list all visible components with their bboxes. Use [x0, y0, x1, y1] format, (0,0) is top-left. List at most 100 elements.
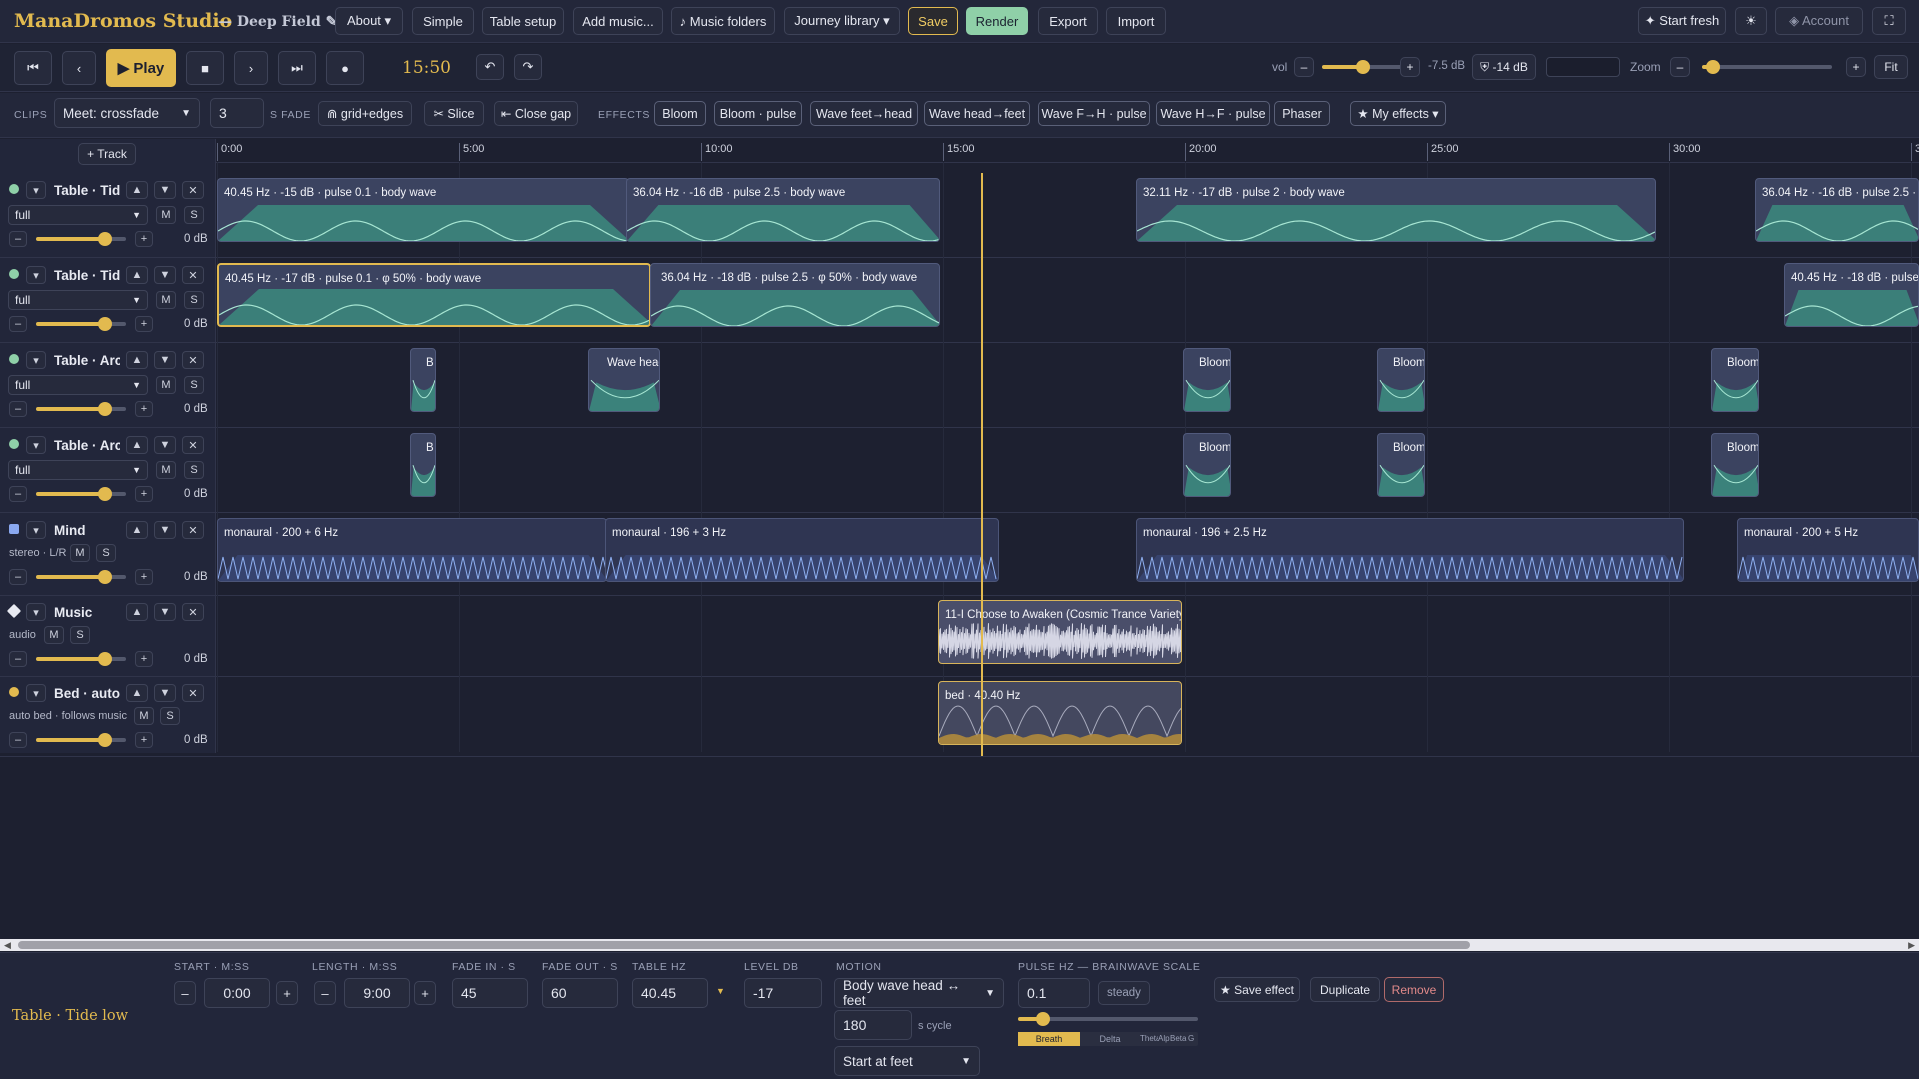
clip-table-1d[interactable]: 36.04 Hz · -16 dB · pulse 2.5 · body wav… [1755, 178, 1919, 242]
gain-decrement-button[interactable]: – [9, 486, 27, 502]
track-name[interactable]: Mind [54, 523, 120, 538]
table-setup-button[interactable]: Table setup [482, 7, 564, 35]
move-up-button[interactable]: ▲ [126, 181, 148, 199]
table-hz-input[interactable]: 40.45 [632, 978, 708, 1008]
journey-library-menu[interactable]: Journey library ▾ [784, 7, 900, 35]
track-name[interactable]: Table · Arc [54, 438, 120, 453]
fullscreen-button[interactable]: ⛶ [1872, 7, 1906, 35]
clip-table-1b[interactable]: 36.04 Hz · -16 dB · pulse 2.5 · body wav… [626, 178, 940, 242]
gain-increment-button[interactable]: + [135, 732, 153, 748]
close-gap-button[interactable]: ⇤ Close gap [494, 101, 578, 126]
start-decrement-button[interactable]: – [174, 981, 196, 1005]
scroll-right-arrow[interactable]: ▶ [1908, 940, 1915, 951]
collapse-chevron-icon[interactable]: ▾ [26, 181, 46, 199]
solo-button[interactable]: S [160, 707, 180, 725]
gain-decrement-button[interactable]: – [9, 401, 27, 417]
music-folders-button[interactable]: ♪ Music folders [671, 7, 775, 35]
undo-button[interactable]: ↶ [476, 54, 504, 80]
track-name[interactable]: Bed · auto [54, 686, 120, 701]
pulse-hz-input[interactable]: 0.1 [1018, 978, 1090, 1008]
solo-button[interactable]: S [184, 461, 204, 479]
gain-slider[interactable] [36, 570, 126, 584]
clip-effect-4d[interactable]: Bloom [1711, 433, 1759, 497]
effect-phaser[interactable]: Phaser [1274, 101, 1330, 126]
account-button[interactable]: ◈ Account [1775, 7, 1863, 35]
track-color-dot[interactable] [9, 687, 19, 697]
add-track-button[interactable]: + Track [78, 143, 136, 165]
clip-table-1a[interactable]: 40.45 Hz · -15 dB · pulse 0.1 · body wav… [217, 178, 629, 242]
move-down-button[interactable]: ▼ [154, 521, 176, 539]
volume-up-button[interactable]: + [1400, 57, 1420, 77]
scroll-left-arrow[interactable]: ◀ [4, 940, 11, 951]
collapse-chevron-icon[interactable]: ▾ [26, 266, 46, 284]
clip-table-2a-selected[interactable]: 40.45 Hz · -17 dB · pulse 0.1 · φ 50% · … [217, 263, 651, 327]
mute-button[interactable]: M [44, 626, 64, 644]
volume-slider[interactable] [1322, 60, 1404, 74]
fade-in-input[interactable]: 45 [452, 978, 528, 1008]
rewind-button[interactable]: ⏮ [14, 51, 52, 85]
meet-mode-select[interactable]: Meet: crossfade ▼ [54, 98, 200, 128]
gain-decrement-button[interactable]: – [9, 651, 27, 667]
delete-track-button[interactable]: ✕ [182, 684, 204, 702]
clip-music[interactable]: 11-I Choose to Awaken (Cosmic Trance Var… [938, 600, 1182, 664]
steady-button[interactable]: steady [1098, 981, 1150, 1005]
collapse-chevron-icon[interactable]: ▾ [26, 684, 46, 702]
length-input[interactable]: 9:00 [344, 978, 410, 1008]
prev-button[interactable]: ‹ [62, 51, 96, 85]
move-up-button[interactable]: ▲ [126, 684, 148, 702]
start-fresh-button[interactable]: ✦ Start fresh [1638, 7, 1726, 35]
clip-effect-3c[interactable]: Bloom [1183, 348, 1231, 412]
fade-out-input[interactable]: 60 [542, 978, 618, 1008]
track-color-dot[interactable] [9, 439, 19, 449]
move-up-button[interactable]: ▲ [126, 266, 148, 284]
collapse-chevron-icon[interactable]: ▾ [26, 351, 46, 369]
save-button[interactable]: Save [908, 7, 958, 35]
mute-button[interactable]: M [134, 707, 154, 725]
solo-button[interactable]: S [184, 206, 204, 224]
gain-slider[interactable] [36, 487, 126, 501]
collapse-chevron-icon[interactable]: ▾ [26, 436, 46, 454]
move-up-button[interactable]: ▲ [126, 603, 148, 621]
mute-button[interactable]: M [156, 291, 176, 309]
start-increment-button[interactable]: + [276, 981, 298, 1005]
solo-button[interactable]: S [70, 626, 90, 644]
simple-button[interactable]: Simple [412, 7, 474, 35]
gain-increment-button[interactable]: + [135, 486, 153, 502]
fade-seconds-input[interactable]: 3 [210, 98, 264, 128]
my-effects-menu[interactable]: ★ My effects ▾ [1350, 101, 1446, 126]
track-name[interactable]: Music [54, 605, 120, 620]
track-color-dot[interactable] [9, 354, 19, 364]
clip-bed[interactable]: bed · 40.40 Hz [938, 681, 1182, 745]
effect-wave-hf-pulse[interactable]: Wave H→F · pulse [1156, 101, 1270, 126]
gain-decrement-button[interactable]: – [9, 316, 27, 332]
zoom-out-button[interactable]: – [1670, 57, 1690, 77]
mute-button[interactable]: M [156, 376, 176, 394]
solo-button[interactable]: S [96, 544, 116, 562]
clip-effect-4a[interactable]: B [410, 433, 436, 497]
channel-mode-select[interactable]: full ▼ [8, 290, 148, 310]
gain-slider[interactable] [36, 652, 126, 666]
move-up-button[interactable]: ▲ [126, 521, 148, 539]
effect-wave-feet-head[interactable]: Wave feet→head [810, 101, 918, 126]
move-up-button[interactable]: ▲ [126, 351, 148, 369]
scrollbar-thumb[interactable] [18, 941, 1470, 949]
track-color-dot[interactable] [9, 269, 19, 279]
zoom-in-button[interactable]: + [1846, 57, 1866, 77]
start-input[interactable]: 0:00 [204, 978, 270, 1008]
delete-track-button[interactable]: ✕ [182, 351, 204, 369]
gain-decrement-button[interactable]: – [9, 732, 27, 748]
limiter-button[interactable]: ⛨ -14 dB [1472, 54, 1536, 80]
clip-effect-3e[interactable]: Bloom [1711, 348, 1759, 412]
move-down-button[interactable]: ▼ [154, 603, 176, 621]
mute-button[interactable]: M [156, 206, 176, 224]
mute-button[interactable]: M [70, 544, 90, 562]
move-down-button[interactable]: ▼ [154, 436, 176, 454]
clip-effect-3b[interactable]: Wave head [588, 348, 660, 412]
solo-button[interactable]: S [184, 376, 204, 394]
gain-slider[interactable] [36, 317, 126, 331]
theme-toggle-button[interactable]: ☀ [1735, 7, 1767, 35]
delete-track-button[interactable]: ✕ [182, 521, 204, 539]
gain-increment-button[interactable]: + [135, 231, 153, 247]
track-name[interactable]: Table · Tid [54, 268, 120, 283]
clip-effect-3d[interactable]: Bloom [1377, 348, 1425, 412]
